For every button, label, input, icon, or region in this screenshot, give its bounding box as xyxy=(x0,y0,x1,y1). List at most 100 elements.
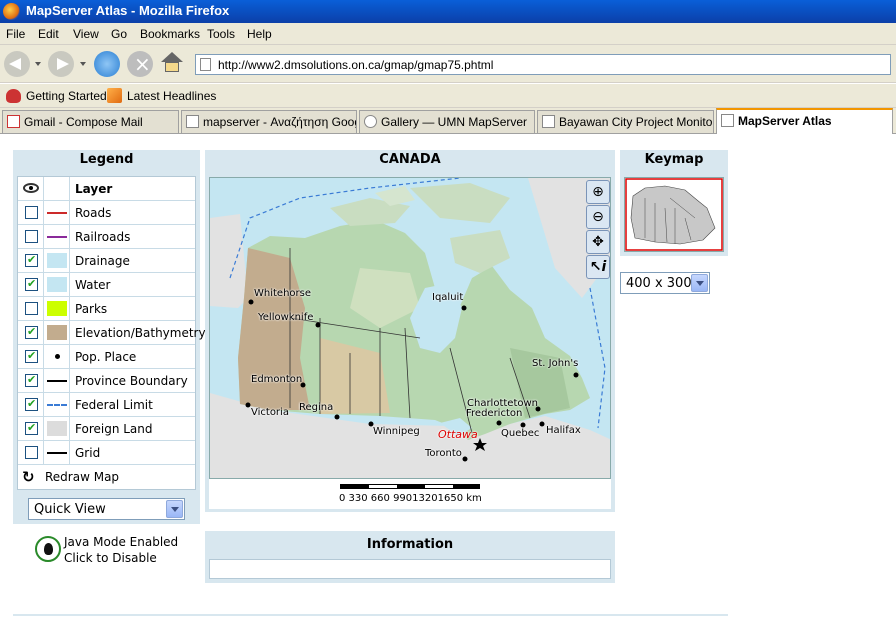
page-icon xyxy=(200,58,211,71)
layer-name: Drainage xyxy=(75,254,130,268)
layer-name: Province Boundary xyxy=(75,374,188,388)
layer-checkbox[interactable] xyxy=(25,206,38,219)
map-view[interactable]: Whitehorse Yellowknife Iqaluit St. John'… xyxy=(209,177,611,479)
menu-help[interactable]: Help xyxy=(247,27,272,41)
tab-label: Gmail - Compose Mail xyxy=(24,115,143,129)
window-titlebar: MapServer Atlas - Mozilla Firefox xyxy=(0,0,896,23)
tab-gallery[interactable]: Gallery — UMN MapServer xyxy=(359,110,535,133)
city-label: Edmonton xyxy=(251,374,303,385)
layer-checkbox[interactable] xyxy=(25,373,38,387)
menu-tools[interactable]: Tools xyxy=(207,27,235,41)
legend-row: Drainage xyxy=(18,249,195,273)
tab-label: mapserver - Αναζήτηση Google xyxy=(203,115,357,129)
map-size-select[interactable]: 400 x 300 xyxy=(620,272,710,294)
layer-checkbox[interactable] xyxy=(25,349,38,363)
legend-row: Roads xyxy=(18,201,195,225)
menu-edit[interactable]: Edit xyxy=(38,27,59,41)
tab-google-search[interactable]: mapserver - Αναζήτηση Google xyxy=(181,110,357,133)
footer-divider xyxy=(13,614,728,616)
forward-history-dropdown-icon[interactable] xyxy=(80,62,86,66)
address-bar[interactable] xyxy=(195,54,891,75)
home-button[interactable] xyxy=(160,52,184,74)
quick-view-select[interactable]: Quick View xyxy=(28,498,185,520)
fill-symbol-icon xyxy=(47,421,67,436)
java-duke-icon[interactable] xyxy=(35,536,61,562)
layer-name: Water xyxy=(75,278,111,292)
tab-bayawan[interactable]: Bayawan City Project Monito... xyxy=(537,110,714,133)
rss-feed-icon xyxy=(107,88,122,103)
city-label: Yellowknife xyxy=(258,312,314,323)
tab-gmail[interactable]: Gmail - Compose Mail xyxy=(2,110,179,133)
menu-file[interactable]: File xyxy=(6,27,25,41)
zoom-in-icon[interactable]: ⊕ xyxy=(586,180,610,204)
capital-city-label: Ottawa xyxy=(438,428,478,441)
legend-panel: Legend Layer Roads Railroads Drainage Water… xyxy=(13,150,206,524)
stop-button[interactable] xyxy=(127,51,153,77)
layer-checkbox[interactable] xyxy=(25,277,38,291)
layer-checkbox[interactable] xyxy=(25,397,38,411)
tab-label: Bayawan City Project Monito... xyxy=(559,115,714,129)
tab-label: Gallery — UMN MapServer xyxy=(381,115,528,129)
legend-row: Parks xyxy=(18,297,195,321)
tab-bar: Gmail - Compose Mail mapserver - Αναζήτη… xyxy=(0,108,896,134)
url-input[interactable] xyxy=(218,57,878,72)
fill-symbol-icon xyxy=(47,325,67,340)
pan-icon[interactable]: ✥ xyxy=(586,230,610,254)
tab-mapserver-atlas[interactable]: MapServer Atlas xyxy=(716,108,893,134)
city-label: Victoria xyxy=(251,407,289,418)
menu-view[interactable]: View xyxy=(73,27,99,41)
menu-bookmarks[interactable]: Bookmarks xyxy=(140,27,200,41)
keymap-title: Keymap xyxy=(644,152,704,167)
layer-checkbox[interactable] xyxy=(25,446,38,459)
keymap-image[interactable] xyxy=(624,177,724,252)
city-label: Whitehorse xyxy=(254,288,312,299)
line-symbol-icon xyxy=(47,236,67,238)
redraw-map-row[interactable]: ↻ Redraw Map xyxy=(18,465,195,489)
query-info-icon[interactable]: ↖i xyxy=(586,255,610,279)
bookmark-latest-headlines[interactable]: Latest Headlines xyxy=(127,89,216,103)
menu-go[interactable]: Go xyxy=(111,27,127,41)
scale-labels: 0 330 660 99013201650 km xyxy=(339,493,482,504)
redraw-map-link[interactable]: Redraw Map xyxy=(45,470,119,484)
java-mode-disable-link[interactable]: Click to Disable xyxy=(64,550,178,566)
google-icon xyxy=(186,115,199,128)
layer-checkbox[interactable] xyxy=(25,253,38,267)
bookmark-getting-started[interactable]: Getting Started xyxy=(26,89,107,103)
layer-checkbox[interactable] xyxy=(25,325,38,339)
line-symbol-icon xyxy=(47,380,67,382)
city-label: Iqaluit xyxy=(432,292,464,303)
layer-name: Foreign Land xyxy=(75,422,153,436)
legend-header-row: Layer xyxy=(18,177,195,201)
legend-table: Layer Roads Railroads Drainage Water Parks El… xyxy=(17,176,206,490)
gmail-icon xyxy=(7,115,20,128)
window-title: MapServer Atlas - Mozilla Firefox xyxy=(26,3,230,18)
legend-row: Federal Limit xyxy=(18,393,195,417)
legend-row: Grid xyxy=(18,441,195,465)
visibility-eye-icon xyxy=(23,183,39,193)
legend-row: Province Boundary xyxy=(18,369,195,393)
reload-button[interactable] xyxy=(94,51,120,77)
legend-row: Elevation/Bathymetry xyxy=(18,321,206,345)
java-mode-toggle[interactable]: Java Mode Enabled Click to Disable xyxy=(64,534,178,566)
back-history-dropdown-icon[interactable] xyxy=(35,62,41,66)
city-label: St. John's xyxy=(532,358,579,369)
layer-checkbox[interactable] xyxy=(25,421,38,435)
redraw-icon[interactable]: ↻ xyxy=(22,468,35,486)
city-label: Toronto xyxy=(425,448,462,459)
chevron-down-icon[interactable] xyxy=(691,274,708,292)
line-symbol-icon xyxy=(47,452,67,454)
layer-checkbox[interactable] xyxy=(25,230,38,243)
back-button[interactable] xyxy=(4,51,30,77)
city-label: Quebec xyxy=(501,428,540,439)
map-title: CANADA xyxy=(379,152,441,167)
scalebar-area: 0 330 660 99013201650 km xyxy=(209,479,611,509)
bookmarks-toolbar: Getting Started Latest Headlines xyxy=(0,84,896,108)
forward-button[interactable] xyxy=(48,51,74,77)
layer-checkbox[interactable] xyxy=(25,302,38,315)
city-label: Winnipeg xyxy=(373,426,420,437)
zoom-out-icon[interactable]: ⊖ xyxy=(586,205,610,229)
fill-symbol-icon xyxy=(47,301,67,316)
layer-name: Pop. Place xyxy=(75,350,137,364)
legend-row: Water xyxy=(18,273,195,297)
chevron-down-icon[interactable] xyxy=(166,500,183,518)
